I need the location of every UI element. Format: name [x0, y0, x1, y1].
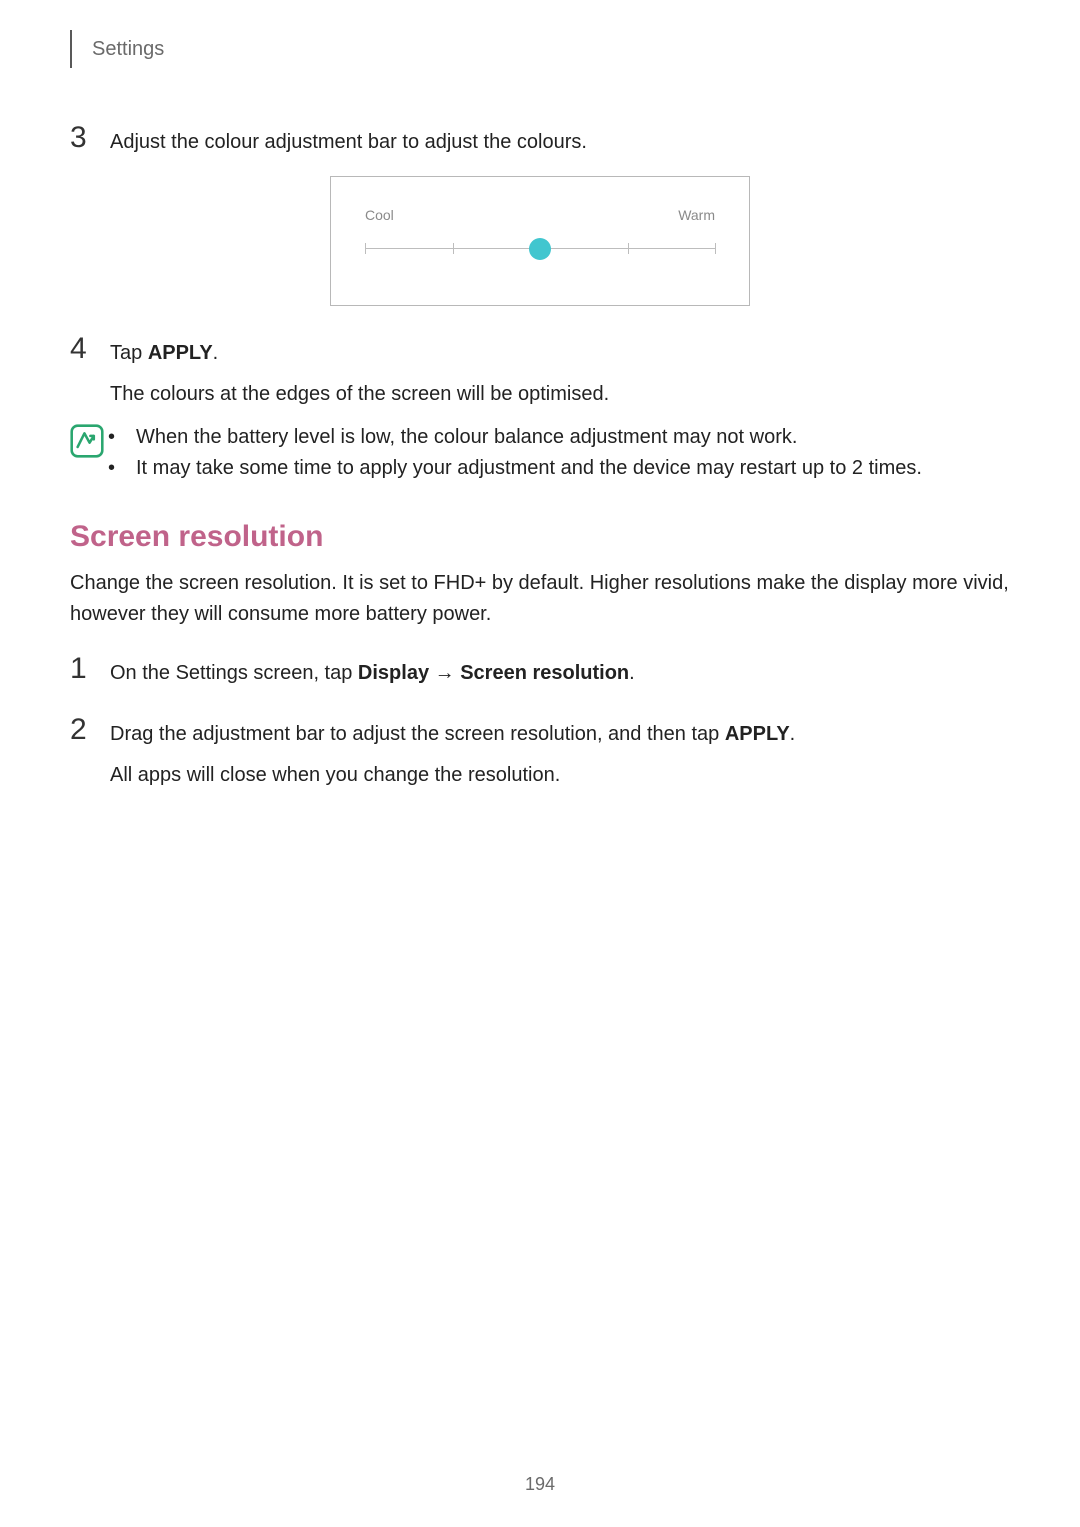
slider-tick [453, 243, 454, 254]
step-4: 4 Tap APPLY. The colours at the edges of… [70, 334, 1010, 410]
bullet-dot: • [108, 422, 136, 453]
header-title: Settings [92, 38, 164, 61]
text-prefix: Drag the adjustment bar to adjust the sc… [110, 723, 725, 745]
step-number: 3 [70, 123, 110, 158]
text-suffix: . [790, 723, 796, 745]
text-prefix: On the Settings screen, tap [110, 662, 358, 684]
apply-label: APPLY [725, 723, 790, 745]
section-title-screen-resolution: Screen resolution [70, 520, 1010, 554]
screen-resolution-label: Screen resolution [460, 662, 629, 684]
step-body: Drag the adjustment bar to adjust the sc… [110, 715, 1010, 791]
note-block: • When the battery level is low, the col… [70, 422, 1010, 484]
slider-track [365, 235, 715, 265]
step-3: 3 Adjust the colour adjustment bar to ad… [70, 123, 1010, 158]
arrow-sep: → [429, 662, 460, 684]
note-body: • When the battery level is low, the col… [108, 422, 1010, 484]
slider-label-cool: Cool [365, 207, 394, 223]
slider-labels: Cool Warm [365, 207, 715, 223]
step-text: Adjust the colour adjustment bar to adju… [110, 123, 1010, 158]
slider-tick [365, 243, 366, 254]
slider-thumb [529, 238, 551, 260]
note-text: It may take some time to apply your adju… [136, 453, 922, 484]
note-text: When the battery level is low, the colou… [136, 422, 797, 453]
page-header: Settings [70, 30, 1010, 68]
res-step-1: 1 On the Settings screen, tap Display → … [70, 654, 1010, 689]
header-accent-bar [70, 30, 72, 68]
step-number: 2 [70, 715, 110, 791]
page-number: 194 [0, 1474, 1080, 1495]
bullet-dot: • [108, 453, 136, 484]
step-subtext: All apps will close when you change the … [110, 760, 1010, 791]
display-label: Display [358, 662, 429, 684]
step-body: Tap APPLY. The colours at the edges of t… [110, 334, 1010, 410]
step-subtext: The colours at the edges of the screen w… [110, 379, 1010, 410]
note-item: • When the battery level is low, the col… [108, 422, 1010, 453]
text-prefix: Tap [110, 342, 148, 364]
slider-tick [715, 243, 716, 254]
apply-label: APPLY [148, 342, 213, 364]
res-step-2: 2 Drag the adjustment bar to adjust the … [70, 715, 1010, 791]
note-icon [70, 422, 108, 484]
colour-slider-panel: Cool Warm [330, 176, 750, 306]
step-number: 4 [70, 334, 110, 410]
colour-slider-figure: Cool Warm [70, 176, 1010, 306]
text-suffix: . [629, 662, 635, 684]
slider-label-warm: Warm [678, 207, 715, 223]
note-item: • It may take some time to apply your ad… [108, 453, 1010, 484]
slider-tick [628, 243, 629, 254]
text-suffix: . [213, 342, 219, 364]
manual-page: Settings 3 Adjust the colour adjustment … [0, 0, 1080, 1527]
section-intro: Change the screen resolution. It is set … [70, 568, 1010, 630]
step-number: 1 [70, 654, 110, 689]
step-body: On the Settings screen, tap Display → Sc… [110, 654, 1010, 689]
